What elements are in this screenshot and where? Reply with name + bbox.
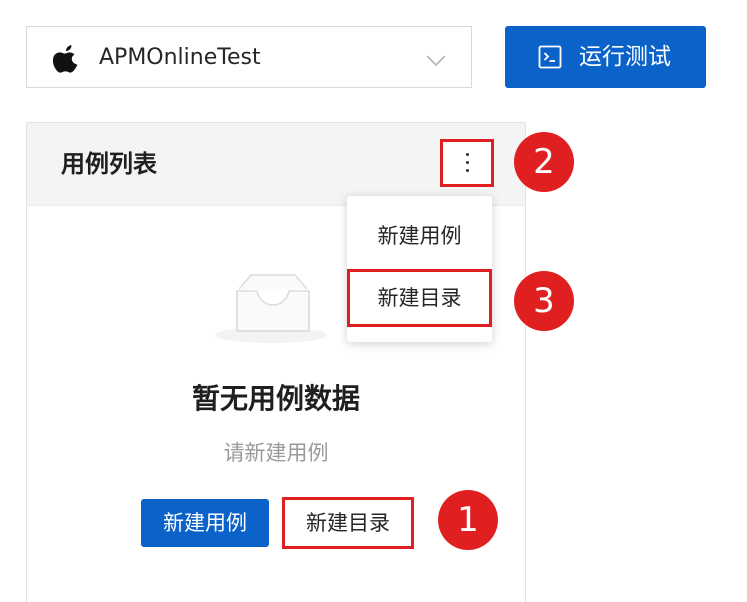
more-vertical-icon [466,153,469,156]
card-header: 用例列表 [27,123,525,206]
app-select-value: APMOnlineTest [99,45,261,70]
step-marker-3: 3 [514,271,574,331]
more-vertical-icon-dot [466,169,469,172]
new-directory-button[interactable]: 新建目录 [282,497,414,549]
chevron-down-icon [426,55,446,67]
more-actions-button[interactable] [440,139,494,187]
app-select[interactable]: APMOnlineTest [26,26,472,88]
terminal-icon [538,45,562,69]
apple-icon [53,45,78,73]
step-marker-1: 1 [438,490,498,550]
run-test-label: 运行测试 [579,44,671,70]
run-test-button[interactable]: 运行测试 [505,26,706,88]
dropdown-item-new-case[interactable]: 新建用例 [347,216,492,256]
empty-inbox-icon [215,274,327,343]
empty-state-subtitle: 请新建用例 [223,441,329,465]
dropdown-item-new-directory[interactable]: 新建目录 [347,269,492,327]
more-vertical-icon-dot [466,161,469,164]
new-case-button[interactable]: 新建用例 [141,499,269,547]
empty-state-title: 暂无用例数据 [191,382,360,415]
step-marker-2: 2 [514,132,574,192]
card-title: 用例列表 [61,150,157,178]
page: APMOnlineTest 运行测试 用例列表 暂无用例数据 请新建用例 新建用… [0,0,747,602]
more-actions-dropdown: 新建用例 新建目录 [347,196,492,342]
